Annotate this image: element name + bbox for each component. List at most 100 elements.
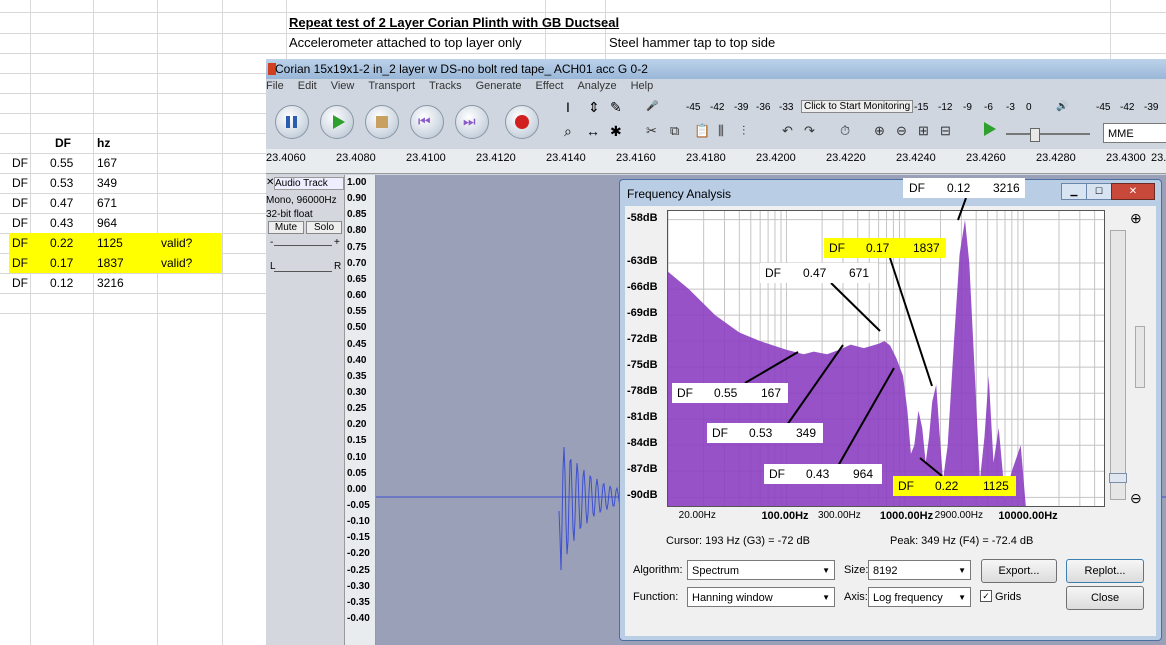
record-meter[interactable]: 🎤 -45 -42 -39 -36 -33 Click to Start Mon… (646, 99, 1036, 119)
sheet-cell-label: DF (12, 196, 28, 210)
y-tick-label: -72dB (627, 333, 658, 346)
track-info-format: 32-bit float (266, 209, 313, 220)
amplitude-tick: 0.70 (347, 257, 367, 269)
microphone-icon: 🎤 (646, 101, 659, 112)
amplitude-tick: 0.65 (347, 273, 367, 285)
ruler-label: 23.4240 (896, 152, 936, 164)
zoom-tool-icon[interactable]: ⌕ (564, 123, 572, 140)
axis-label: Axis: (844, 591, 868, 603)
sheet-cell-label: DF (12, 236, 28, 250)
redo-icon[interactable]: ↷ (804, 123, 815, 139)
x-tick-label: 20.00Hz (678, 510, 716, 521)
zoom-slider-thumb[interactable] (1109, 473, 1127, 483)
axis-value: Log frequency (873, 592, 943, 604)
zoom-out-icon[interactable]: ⊖ (896, 123, 907, 139)
minimize-button[interactable]: ▁ (1061, 183, 1087, 200)
timeline-ruler[interactable]: 23.4060 23.4080 23.4100 23.4120 23.4140 … (266, 149, 1166, 174)
menu-analyze[interactable]: Analyze (577, 80, 616, 92)
algorithm-value: Spectrum (692, 565, 740, 577)
menu-generate[interactable]: Generate (476, 80, 522, 92)
record-button[interactable] (505, 105, 539, 139)
gain-slider[interactable] (274, 245, 332, 246)
amplitude-tick: 0.05 (347, 467, 367, 479)
amplitude-tick: 0.85 (347, 209, 367, 221)
speaker-icon: 🔊 (1056, 101, 1069, 112)
dialog-title: Frequency Analysis (627, 187, 732, 201)
start-monitoring-button[interactable]: Click to Start Monitoring (801, 100, 914, 113)
play-speed-slider[interactable] (1006, 128, 1090, 142)
fit-project-icon[interactable]: ⊟ (940, 123, 951, 139)
y-tick-label: -58dB (627, 211, 658, 224)
size-select[interactable]: 8192 ▼ (868, 560, 971, 580)
playback-meter[interactable]: 🔊 -45 -42 -39 (1056, 99, 1166, 119)
play-at-speed-icon[interactable] (984, 122, 996, 136)
function-select[interactable]: Hanning window ▼ (687, 587, 835, 607)
annotation-349: DF 0.53 349 (707, 423, 823, 443)
menu-edit[interactable]: Edit (298, 80, 317, 92)
sheet-cell-df: 0.12 (50, 276, 74, 290)
copy-icon[interactable]: ⧉ (670, 123, 679, 139)
grids-checkbox[interactable]: ✓ (980, 590, 992, 602)
skip-end-button[interactable]: ⏭ (455, 105, 489, 139)
undo-icon[interactable]: ↶ (782, 123, 793, 139)
menu-help[interactable]: Help (631, 80, 654, 92)
multi-tool-icon[interactable]: ✱ (610, 123, 622, 140)
algorithm-select[interactable]: Spectrum ▼ (687, 560, 835, 580)
menu-tracks[interactable]: Tracks (429, 80, 462, 92)
sync-lock-icon[interactable]: ⏱ (840, 123, 850, 139)
mute-button[interactable]: Mute (268, 221, 304, 234)
play-button[interactable] (320, 105, 354, 139)
pan-slider[interactable] (274, 271, 332, 272)
paste-icon[interactable]: 📋 (694, 123, 710, 139)
sheet-cell-df: 0.43 (50, 216, 74, 230)
title-bar: Corian 15x19x1-2 in_2 layer w DS-no bolt… (266, 59, 1166, 79)
meter-tick: -15 (914, 102, 929, 113)
skip-start-button[interactable]: ⏮ (410, 105, 444, 139)
sheet-note-left: Accelerometer attached to top layer only (289, 35, 522, 50)
plot-scrollbar[interactable] (1135, 326, 1145, 388)
replot-button[interactable]: Replot... (1066, 559, 1144, 583)
export-button[interactable]: Export... (981, 559, 1057, 583)
slider-thumb[interactable] (1030, 128, 1040, 142)
gain-plus-label: + (334, 237, 340, 248)
draw-tool-icon[interactable]: ✎ (610, 99, 622, 116)
ruler-label: 23.4060 (266, 152, 306, 164)
maximize-button[interactable]: ☐ (1086, 183, 1112, 200)
y-tick-label: -63dB (627, 255, 658, 268)
close-button[interactable]: Close (1066, 586, 1144, 610)
solo-button[interactable]: Solo (306, 221, 342, 234)
pause-button[interactable] (275, 105, 309, 139)
cut-icon[interactable]: ✂ (646, 123, 657, 139)
zoom-slider[interactable] (1109, 230, 1127, 500)
annotation-964: DF 0.43 964 (764, 464, 882, 484)
annotation-1837: DF 0.17 1837 (824, 238, 946, 258)
track-name-button[interactable]: Audio Track (274, 177, 344, 190)
sheet-col-df: DF (55, 136, 71, 150)
timeshift-tool-icon[interactable]: ↔ (586, 123, 600, 139)
zoom-in-icon[interactable]: ⊕ (874, 123, 885, 139)
annotation-3216: DF 0.12 3216 (903, 178, 1025, 198)
host-select[interactable]: MME (1103, 123, 1166, 143)
menu-transport[interactable]: Transport (368, 80, 415, 92)
zoom-out-icon[interactable]: ⊖ (1130, 490, 1142, 507)
envelope-tool-icon[interactable]: ⇕ (588, 99, 600, 116)
fit-selection-icon[interactable]: ⊞ (918, 123, 929, 139)
menu-effect[interactable]: Effect (536, 80, 564, 92)
meter-tick: -39 (734, 102, 749, 113)
silence-icon[interactable]: ⫶ (742, 123, 745, 139)
skip-start-icon: ⏮ (418, 113, 431, 129)
record-icon (515, 115, 529, 129)
close-window-button[interactable]: ✕ (1111, 183, 1155, 200)
y-tick-label: -78dB (627, 385, 658, 398)
meter-tick: -9 (963, 102, 972, 113)
stop-button[interactable] (365, 105, 399, 139)
meter-tick: -42 (710, 102, 725, 113)
menu-file[interactable]: File (266, 80, 284, 92)
menu-view[interactable]: View (331, 80, 355, 92)
trim-icon[interactable]: ⫼ (718, 123, 724, 139)
selection-tool-icon[interactable]: I (566, 99, 570, 115)
axis-select[interactable]: Log frequency ▼ (868, 587, 971, 607)
x-tick-label: 2900.00Hz (934, 510, 984, 521)
zoom-in-icon[interactable]: ⊕ (1130, 210, 1142, 227)
size-label: Size: (844, 564, 869, 576)
